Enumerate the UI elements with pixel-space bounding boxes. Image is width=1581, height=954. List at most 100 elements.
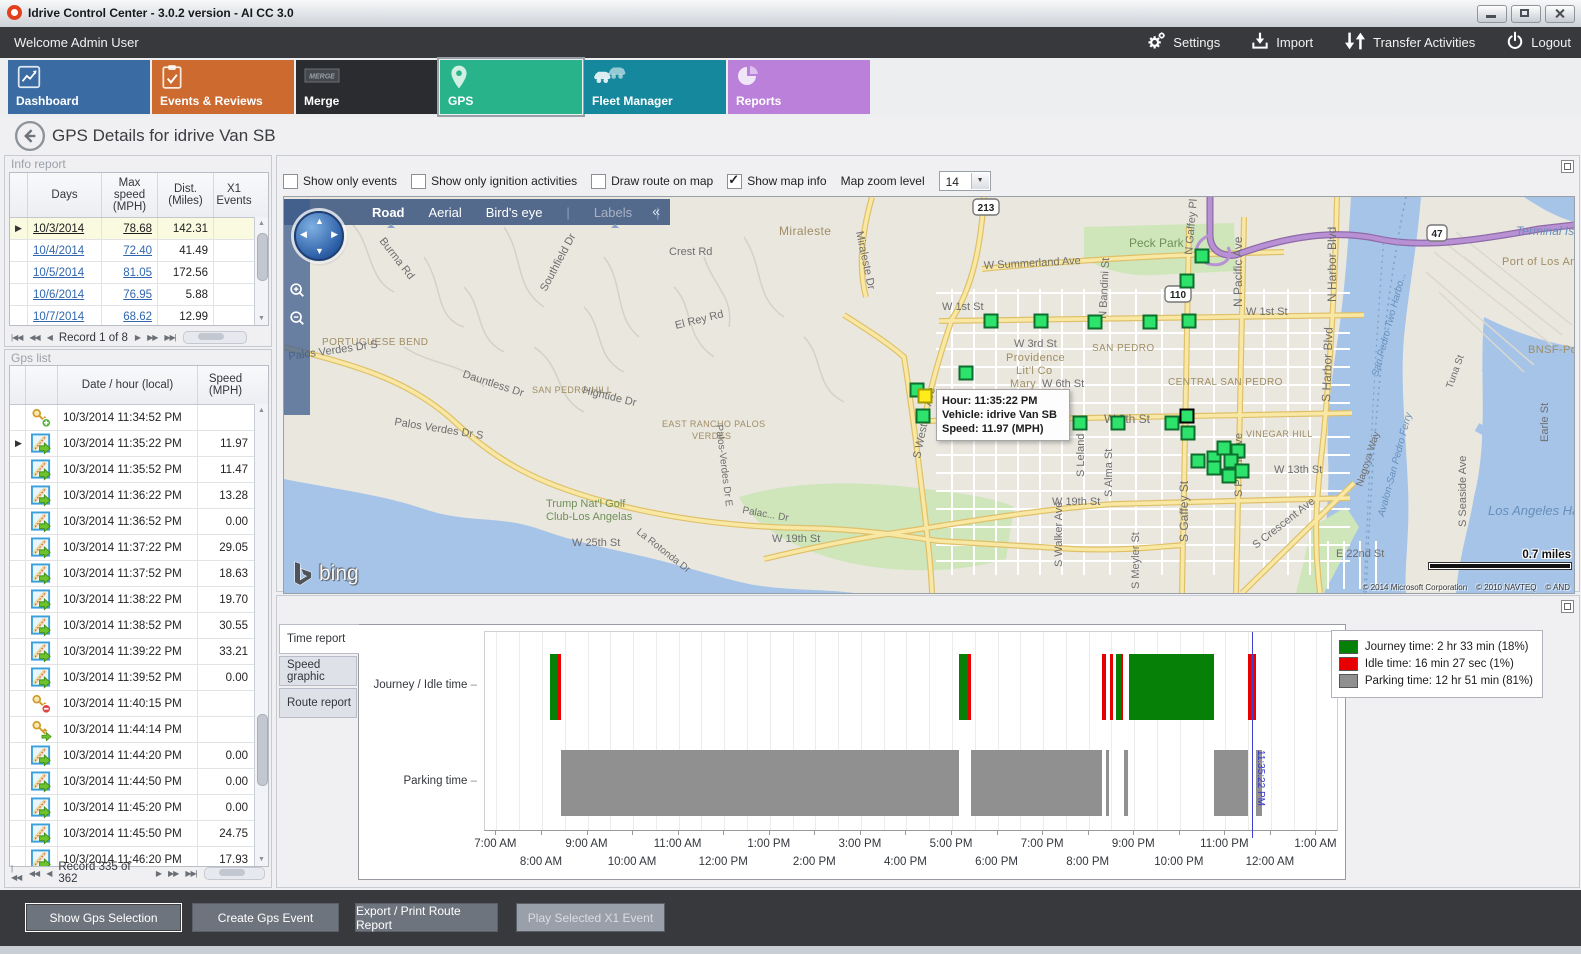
info-report-row[interactable]: ▶10/3/201478.68142.31 <box>10 218 268 240</box>
day-cell[interactable]: 10/6/2014 <box>28 284 102 305</box>
gps-marker[interactable] <box>1166 417 1179 430</box>
pan-left-icon[interactable]: ◀ <box>300 229 307 240</box>
import-button[interactable]: Import <box>1250 31 1313 54</box>
map-pan-compass[interactable]: ▲ ▼ ◀ ▶ <box>294 211 344 261</box>
gps-marker[interactable] <box>1192 455 1205 468</box>
pager-last-button[interactable]: ▶▶| <box>185 869 196 878</box>
nav-tile-gps[interactable]: GPS <box>440 60 582 114</box>
days-column-header[interactable]: Days <box>28 173 102 217</box>
collapse-map-panel-button[interactable] <box>1561 160 1574 173</box>
gps-list-row[interactable]: 10/3/2014 11:37:22 PM29.05 <box>10 535 268 561</box>
pager-last-button[interactable]: ▶▶| <box>164 333 175 342</box>
checkbox-draw-route-on-map[interactable]: Draw route on map <box>591 174 713 189</box>
gps-marker[interactable] <box>1196 250 1209 263</box>
minimize-button[interactable] <box>1477 5 1507 23</box>
logout-button[interactable]: Logout <box>1505 31 1571 54</box>
map-zoom-level-select[interactable]: 14 ▼ <box>939 171 991 191</box>
gps-list-row[interactable]: 10/3/2014 11:36:22 PM13.28 <box>10 483 268 509</box>
gps-marker[interactable] <box>1208 462 1221 475</box>
gps-list-scrollbar[interactable]: ▲ ▼ <box>254 404 268 866</box>
gps-marker[interactable] <box>960 367 973 380</box>
gps-list-row[interactable]: 10/3/2014 11:38:22 PM19.70 <box>10 587 268 613</box>
map-mode-labels[interactable]: Labels <box>594 205 632 220</box>
gps-list-row[interactable]: 10/3/2014 11:45:20 PM0.00 <box>10 795 268 821</box>
scroll-thumb[interactable] <box>257 233 268 281</box>
gps-list-row[interactable]: 10/3/2014 11:44:20 PM0.00 <box>10 743 268 769</box>
info-report-row[interactable]: 10/5/201481.05172.56 <box>10 262 268 284</box>
gps-list-row[interactable]: ▶10/3/2014 11:35:22 PM11.97 <box>10 431 268 457</box>
max-speed-cell[interactable]: 78.68 <box>102 218 158 239</box>
checkbox-box[interactable] <box>591 174 606 189</box>
pan-up-icon[interactable]: ▲ <box>315 216 324 226</box>
info-report-row[interactable]: 10/4/201472.4041.49 <box>10 240 268 262</box>
collapse-chart-panel-button[interactable] <box>1561 600 1574 613</box>
max-speed-cell[interactable]: 76.95 <box>102 284 158 305</box>
day-cell[interactable]: 10/3/2014 <box>28 218 102 239</box>
pager-prev-button[interactable]: ◀ <box>47 333 52 342</box>
tab-time-report[interactable]: Time report <box>279 624 359 654</box>
scroll-thumb[interactable] <box>257 714 268 786</box>
horizontal-scrollbar[interactable] <box>204 867 265 880</box>
gps-marker[interactable] <box>1074 417 1087 430</box>
tab-route-report[interactable]: Route report <box>279 688 357 718</box>
gps-marker[interactable] <box>1218 442 1231 455</box>
checkbox-box[interactable] <box>727 174 742 189</box>
gps-list-row[interactable]: 10/3/2014 11:37:52 PM18.63 <box>10 561 268 587</box>
info-report-row[interactable]: 10/7/201468.6212.99 <box>10 306 268 326</box>
scroll-down-icon[interactable]: ▼ <box>255 312 268 325</box>
gps-marker[interactable] <box>1236 465 1249 478</box>
pager-prev-page-button[interactable]: ◀◀ <box>29 869 39 878</box>
gps-list-row[interactable]: 10/3/2014 11:34:52 PM <box>10 405 268 431</box>
pager-next-page-button[interactable]: ▶▶ <box>168 869 178 878</box>
nav-tile-fleet-manager[interactable]: Fleet Manager <box>584 60 726 114</box>
pager-first-button[interactable]: |◀◀ <box>11 333 22 342</box>
time-cursor[interactable] <box>1252 632 1253 838</box>
map-mode-aerial[interactable]: Aerial <box>429 205 462 220</box>
export-print-route-report-button[interactable]: Export / Print Route Report <box>355 903 498 932</box>
dist-column-header[interactable]: Dist. (Miles) <box>158 173 214 217</box>
map-mode-bird-s-eye[interactable]: Bird's eye <box>486 205 543 220</box>
gps-marker[interactable] <box>917 410 930 423</box>
pager-first-button[interactable]: |◀◀ <box>11 864 22 882</box>
scroll-up-icon[interactable]: ▲ <box>255 217 268 230</box>
back-button[interactable] <box>14 120 46 155</box>
gps-marker-selected[interactable] <box>1181 410 1194 423</box>
pager-prev-button[interactable]: ◀ <box>46 869 51 878</box>
gps-marker[interactable] <box>985 315 998 328</box>
gps-list-row[interactable]: 10/3/2014 11:45:50 PM24.75 <box>10 821 268 847</box>
info-report-row[interactable]: 10/6/201476.955.88 <box>10 284 268 306</box>
gps-marker[interactable] <box>1144 316 1157 329</box>
gps-marker[interactable] <box>1182 427 1195 440</box>
window-titlebar[interactable]: Idrive Control Center - 3.0.2 version - … <box>0 0 1581 28</box>
zoom-in-button[interactable] <box>288 281 306 302</box>
settings-button[interactable]: Settings <box>1145 30 1220 55</box>
dropdown-arrow-icon[interactable]: ▼ <box>971 173 989 189</box>
gps-marker[interactable] <box>1223 470 1236 483</box>
speed-column-header[interactable]: Speed (MPH) <box>198 366 253 404</box>
nav-tile-events-reviews[interactable]: Events & Reviews <box>152 60 294 114</box>
collapse-map-nav-button[interactable]: « <box>652 203 660 219</box>
pager-next-page-button[interactable]: ▶▶ <box>147 333 157 342</box>
gps-list-row[interactable]: 10/3/2014 11:44:14 PM <box>10 717 268 743</box>
pager-prev-page-button[interactable]: ◀◀ <box>29 333 39 342</box>
checkbox-show-only-ignition-activities[interactable]: Show only ignition activities <box>411 174 577 189</box>
gps-list-row[interactable]: 10/3/2014 11:39:22 PM33.21 <box>10 639 268 665</box>
pan-right-icon[interactable]: ▶ <box>331 229 338 240</box>
gps-marker[interactable] <box>1089 316 1102 329</box>
gps-list-row[interactable]: 10/3/2014 11:35:52 PM11.47 <box>10 457 268 483</box>
checkbox-box[interactable] <box>283 174 298 189</box>
nav-tile-reports[interactable]: Reports <box>728 60 870 114</box>
transfer-activities-button[interactable]: Transfer Activities <box>1343 31 1475 54</box>
gps-list-row[interactable]: 10/3/2014 11:44:50 PM0.00 <box>10 769 268 795</box>
gps-list-row[interactable]: 10/3/2014 11:40:15 PM <box>10 691 268 717</box>
day-cell[interactable]: 10/7/2014 <box>28 306 102 326</box>
pager-next-button[interactable]: ▶ <box>135 333 140 342</box>
gps-marker[interactable] <box>1035 315 1048 328</box>
max-speed-column-header[interactable]: Max speed (MPH) <box>102 173 158 217</box>
checkbox-show-map-info[interactable]: Show map info <box>727 174 826 189</box>
day-cell[interactable]: 10/5/2014 <box>28 262 102 283</box>
nav-tile-dashboard[interactable]: Dashboard <box>8 60 150 114</box>
gps-list-row[interactable]: 10/3/2014 11:39:52 PM0.00 <box>10 665 268 691</box>
maximize-button[interactable] <box>1511 5 1541 23</box>
checkbox-box[interactable] <box>411 174 426 189</box>
